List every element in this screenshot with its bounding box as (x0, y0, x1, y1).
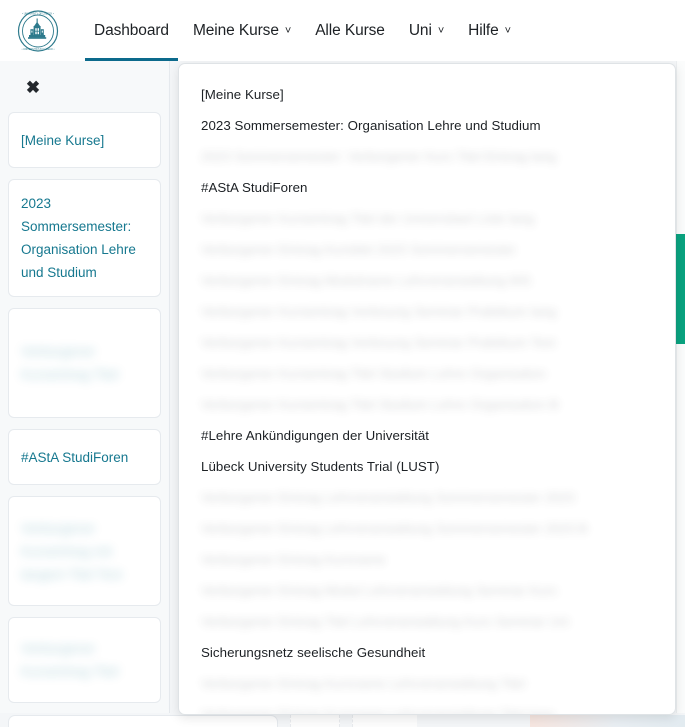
dropdown-item-label: #AStA StudiForen (201, 180, 308, 195)
chevron-down-icon: ˅ (284, 25, 292, 37)
nav-item-meine-kurse[interactable]: Meine Kurse ˅ (181, 0, 303, 61)
dropdown-item-redacted[interactable]: 2023 Sommersemester: Verborgener Kurs Ti… (179, 141, 675, 172)
svg-text:• UNIVERSITÄT ZU LÜBECK •: • UNIVERSITÄT ZU LÜBECK • (22, 48, 55, 51)
dropdown-item-label: Verborgener Kurseintrag Vorlesung Semina… (201, 304, 557, 319)
meine-kurse-dropdown: [Meine Kurse] 2023 Sommersemester: Organ… (178, 63, 676, 715)
dropdown-item-label: Verborgener Eintrag Kursname Lehrveranst… (201, 676, 526, 691)
dropdown-item-label: [Meine Kurse] (201, 87, 284, 102)
nav-item-uni-label: Uni (408, 21, 432, 39)
bottom-card-right (530, 715, 685, 727)
chevron-down-icon: ˅ (437, 25, 445, 37)
bottom-card-mid (290, 715, 340, 727)
dropdown-item-label: Verborgener Kurseintrag Titel der Univer… (201, 211, 535, 226)
nav-item-uni[interactable]: Uni ˅ (397, 0, 456, 61)
dropdown-item-label: Verborgener Eintrag Modulname Lehrverans… (201, 273, 531, 288)
nav-item-alle-kurse[interactable]: Alle Kurse (303, 0, 397, 61)
nav-item-hilfe-label: Hilfe (468, 21, 499, 39)
dropdown-item-label: #Lehre Ankündigungen der Universität (201, 428, 430, 443)
dropdown-item-label: Sicherungsnetz seelische Gesundheit (201, 645, 426, 660)
right-rail (676, 61, 685, 727)
dropdown-item-lust[interactable]: Lübeck University Students Trial (LUST) (179, 451, 675, 482)
app-root: • UNIVERSITY OF LÜBECK • • UNIVERSITÄT Z… (0, 0, 685, 727)
dropdown-item-redacted[interactable]: Verborgener Eintrag Kurstitel 2023 Somme… (179, 234, 675, 265)
dropdown-item-label: Verborgener Kurseintrag Titel Studium Le… (201, 366, 547, 381)
dropdown-item-redacted[interactable]: Verborgener Kurseintrag Vorlesung Semina… (179, 296, 675, 327)
bottom-strip (0, 713, 685, 727)
drawer-card-redacted[interactable]: Verborgener Kurseintrag Titel (8, 617, 161, 703)
dropdown-item-label: 2023 Sommersemester: Organisation Lehre … (201, 118, 541, 133)
top-navigation-bar: • UNIVERSITY OF LÜBECK • • UNIVERSITÄT Z… (0, 0, 685, 61)
dropdown-item-label: Verborgener Kurseintrag Vorlesung Semina… (201, 335, 556, 350)
dropdown-item-redacted[interactable]: Verborgener Eintrag Kursname (179, 544, 675, 575)
drawer-card-list: [Meine Kurse] 2023 Sommersemester: Organ… (0, 104, 169, 727)
university-seal-icon[interactable]: • UNIVERSITY OF LÜBECK • • UNIVERSITÄT Z… (16, 9, 60, 53)
dropdown-item-redacted[interactable]: Verborgener Eintrag Titel Lehrveranstalt… (179, 606, 675, 637)
dropdown-item-redacted[interactable]: Verborgener Kurseintrag Titel Studium Le… (179, 389, 675, 420)
nav-item-alle-kurse-label: Alle Kurse (315, 21, 385, 39)
drawer-card-label: 2023 Sommersemester: Organisation Lehre … (21, 196, 136, 280)
accent-strip[interactable] (667, 234, 685, 344)
dropdown-item-label: Verborgener Eintrag Kurstitel 2023 Somme… (201, 242, 517, 257)
nav-item-list: Dashboard Meine Kurse ˅ Alle Kurse Uni ˅… (82, 0, 523, 61)
dropdown-item-redacted[interactable]: Verborgener Eintrag Lehrveranstaltung So… (179, 482, 675, 513)
drawer-card-redacted[interactable]: Verborgener Kurseintrag Titel (8, 308, 161, 418)
dropdown-item-label: Verborgener Kurseintrag Titel Studium Le… (201, 397, 559, 412)
course-drawer: ✖ [Meine Kurse] 2023 Sommersemester: Org… (0, 61, 170, 727)
dropdown-item-lehre-ankuendigungen[interactable]: #Lehre Ankündigungen der Universität (179, 420, 675, 451)
dropdown-item-label: Verborgener Eintrag Titel Lehrveranstalt… (201, 614, 570, 629)
drawer-card-label: [Meine Kurse] (21, 132, 105, 148)
svg-text:• UNIVERSITY OF LÜBECK •: • UNIVERSITY OF LÜBECK • (22, 12, 54, 15)
nav-item-dashboard-label: Dashboard (94, 21, 169, 39)
dropdown-item-label: Verborgener Eintrag Modul Lehrveranstalt… (201, 583, 558, 598)
dropdown-item-label: Verborgener Eintrag Kursname Lehrveranst… (201, 707, 555, 715)
dropdown-item-redacted[interactable]: Verborgener Eintrag Modul Lehrveranstalt… (179, 575, 675, 606)
dropdown-item-redacted[interactable]: Verborgener Eintrag Modulname Lehrverans… (179, 265, 675, 296)
nav-item-dashboard[interactable]: Dashboard (82, 0, 181, 61)
nav-item-hilfe[interactable]: Hilfe ˅ (456, 0, 523, 61)
dropdown-item-asta-studiforen[interactable]: #AStA StudiForen (179, 172, 675, 203)
drawer-card-asta-studiforen[interactable]: #AStA StudiForen (8, 429, 161, 485)
bottom-card-mid2 (352, 715, 417, 727)
nav-item-meine-kurse-label: Meine Kurse (192, 21, 279, 39)
dropdown-item-label: Verborgener Eintrag Lehrveranstaltung So… (201, 521, 588, 536)
dropdown-item-sicherungsnetz[interactable]: Sicherungsnetz seelische Gesundheit (179, 637, 675, 668)
drawer-card-label: Verborgener Kurseintrag Titel (21, 344, 119, 382)
drawer-card-label: Verborgener Kurseintrag Titel (21, 641, 119, 679)
dropdown-item-redacted[interactable]: Verborgener Eintrag Kursname Lehrveranst… (179, 668, 675, 699)
dropdown-item-label: 2023 Sommersemester: Verborgener Kurs Ti… (201, 149, 557, 164)
dropdown-item-sommersemester[interactable]: 2023 Sommersemester: Organisation Lehre … (179, 110, 675, 141)
dropdown-item-label: Lübeck University Students Trial (LUST) (201, 459, 440, 474)
drawer-card-redacted[interactable]: Verborgener Kurseintrag mit langem Titel… (8, 496, 161, 606)
dropdown-item-redacted[interactable]: Verborgener Kurseintrag Titel der Univer… (179, 203, 675, 234)
chevron-down-icon: ˅ (504, 25, 511, 37)
bottom-card-left (8, 715, 278, 727)
dropdown-item-redacted[interactable]: Verborgener Kurseintrag Titel Studium Le… (179, 358, 675, 389)
drawer-card-label: #AStA StudiForen (21, 449, 129, 465)
dropdown-item-label: Verborgener Eintrag Kursname (201, 552, 386, 567)
drawer-card-label: Verborgener Kurseintrag mit langem Titel… (21, 520, 123, 582)
dropdown-item-redacted[interactable]: Verborgener Kurseintrag Vorlesung Semina… (179, 327, 675, 358)
dropdown-item-redacted[interactable]: Verborgener Eintrag Lehrveranstaltung So… (179, 513, 675, 544)
dropdown-item-list: [Meine Kurse] 2023 Sommersemester: Organ… (179, 64, 675, 715)
dropdown-item-meine-kurse[interactable]: [Meine Kurse] (179, 80, 675, 110)
close-icon[interactable]: ✖ (16, 70, 50, 104)
drawer-card-sommersemester[interactable]: 2023 Sommersemester: Organisation Lehre … (8, 179, 161, 297)
drawer-card-meine-kurse[interactable]: [Meine Kurse] (8, 112, 161, 168)
dropdown-item-redacted[interactable]: Verborgener Eintrag Kursname Lehrveranst… (179, 699, 675, 715)
dropdown-item-label: Verborgener Eintrag Lehrveranstaltung So… (201, 490, 575, 505)
